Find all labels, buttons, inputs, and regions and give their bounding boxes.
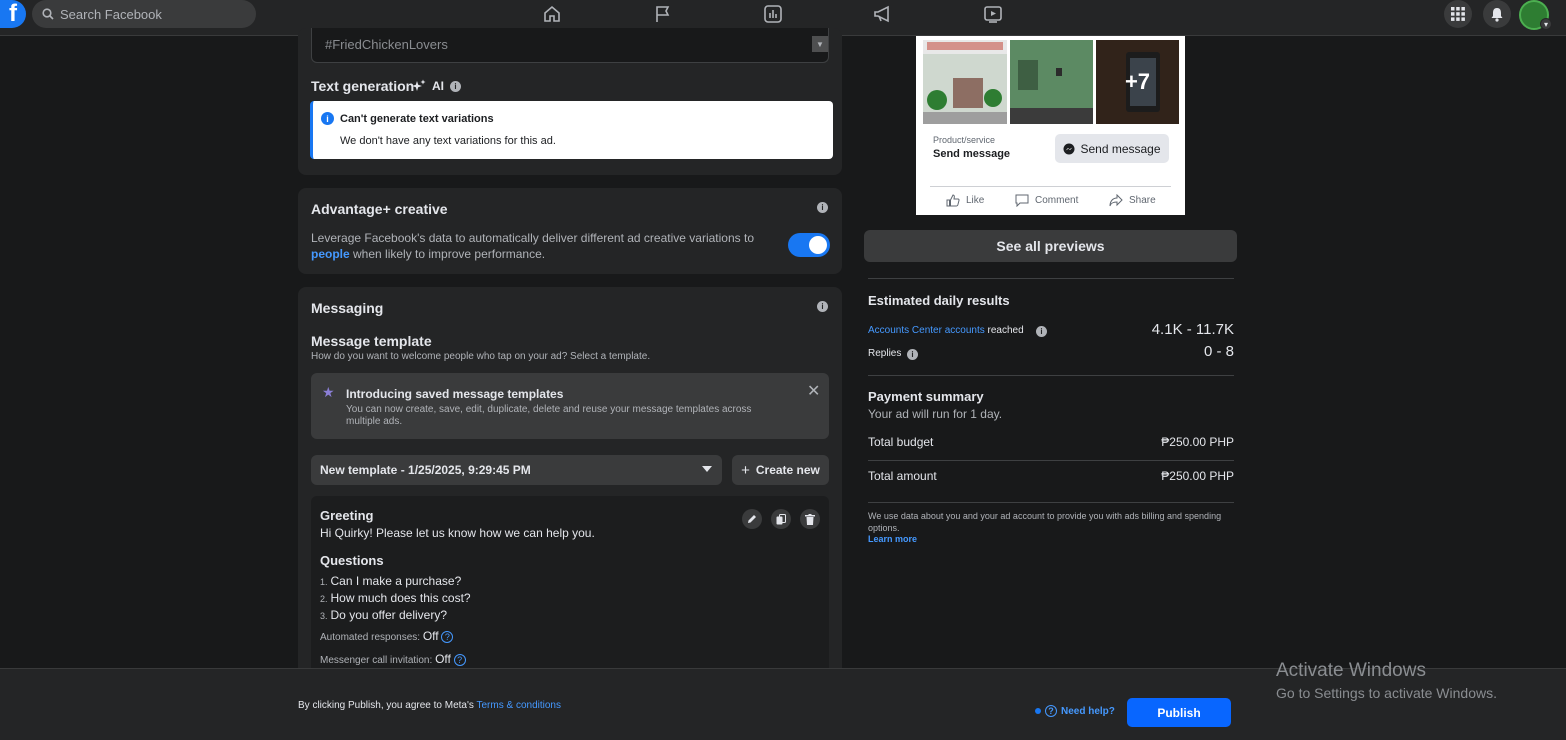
- megaphone-icon[interactable]: [872, 3, 894, 25]
- divider: [868, 375, 1234, 376]
- people-link[interactable]: people: [311, 247, 350, 261]
- replies-label: Replies: [868, 348, 902, 359]
- messenger-icon: [1063, 143, 1075, 154]
- terms-agreement: By clicking Publish, you agree to Meta's…: [298, 700, 561, 711]
- banner-title: Introducing saved message templates: [346, 387, 564, 401]
- plus-icon: +: [741, 461, 750, 479]
- automated-responses-status: Automated responses: Off ?: [320, 629, 454, 643]
- divider: [868, 278, 1234, 279]
- total-budget-value: ₱250.00 PHP: [1161, 435, 1234, 449]
- hashtag-text-field[interactable]: #FriedChickenLovers: [311, 28, 829, 63]
- message-template-title: Message template: [311, 333, 432, 349]
- star-icon: ★: [322, 384, 335, 400]
- accounts-reached-value: 4.1K - 11.7K: [1151, 321, 1234, 338]
- info-icon[interactable]: i: [907, 349, 918, 360]
- duplicate-icon[interactable]: [771, 509, 791, 529]
- info-circle-icon: i: [321, 112, 334, 125]
- share-action[interactable]: Share: [1109, 194, 1156, 207]
- windows-activation-subtitle: Go to Settings to activate Windows.: [1276, 685, 1497, 701]
- info-icon[interactable]: i: [450, 81, 461, 92]
- template-dropdown[interactable]: New template - 1/25/2025, 9:29:45 PM: [311, 455, 722, 485]
- advantage-description: Leverage Facebook's data to automaticall…: [311, 231, 754, 261]
- total-budget-label: Total budget: [868, 435, 934, 449]
- close-icon[interactable]: ✕: [807, 381, 820, 401]
- more-images-overlay[interactable]: +7: [1096, 40, 1179, 124]
- cta-category: Product/service: [933, 135, 996, 145]
- payment-subtitle: Your ad will run for 1 day.: [868, 407, 1003, 421]
- greeting-title: Greeting: [320, 508, 374, 523]
- accounts-reached-label: Accounts Center accounts reached: [868, 325, 1024, 336]
- cta-headline: Send message: [933, 148, 1011, 160]
- notice-title: Can't generate text variations: [340, 113, 494, 125]
- search-placeholder: Search Facebook: [60, 6, 162, 22]
- help-circle-icon[interactable]: ?: [453, 654, 466, 666]
- scroll-arrow-icon[interactable]: ▼: [812, 36, 828, 52]
- template-dropdown-value: New template - 1/25/2025, 9:29:45 PM: [320, 463, 531, 477]
- banner-body: You can now create, save, edit, duplicat…: [346, 404, 752, 427]
- info-icon[interactable]: i: [1036, 326, 1047, 337]
- comment-icon: [1015, 194, 1029, 207]
- estimated-results-title: Estimated daily results: [868, 293, 1010, 308]
- advantage-toggle[interactable]: [788, 233, 830, 257]
- facebook-logo-icon[interactable]: f: [0, 0, 26, 28]
- sparkle-icon: [412, 79, 426, 91]
- payment-summary-title: Payment summary: [868, 389, 984, 404]
- ai-label: AI: [432, 79, 444, 93]
- status-dot-icon: [1035, 708, 1041, 714]
- text-generation-title: Text generation: [311, 78, 415, 94]
- questions-title: Questions: [320, 553, 384, 568]
- billing-disclaimer: We use data about you and your ad accoun…: [868, 511, 1222, 533]
- menu-grid-icon[interactable]: [1444, 0, 1472, 28]
- divider: [868, 502, 1234, 503]
- divider: [868, 460, 1234, 461]
- chevron-down-icon: [702, 466, 712, 472]
- help-circle-icon: ?: [1045, 705, 1057, 717]
- info-icon[interactable]: i: [817, 202, 828, 213]
- comment-action[interactable]: Comment: [1015, 194, 1078, 207]
- play-video-icon[interactable]: [982, 3, 1004, 25]
- preview-image-room[interactable]: [1010, 40, 1093, 124]
- create-new-button[interactable]: + Create new: [732, 455, 829, 485]
- total-amount-value: ₱250.00 PHP: [1161, 469, 1234, 483]
- text-variations-notice: i Can't generate text variations We don'…: [310, 101, 833, 159]
- total-amount-label: Total amount: [868, 469, 937, 483]
- thumbs-up-icon: [946, 194, 960, 207]
- messenger-call-status: Messenger call invitation: Off ?: [320, 652, 466, 666]
- terms-link[interactable]: Terms & conditions: [477, 700, 561, 711]
- home-icon[interactable]: [541, 3, 563, 25]
- advantage-title: Advantage+ creative: [311, 201, 448, 217]
- share-icon: [1109, 194, 1123, 207]
- replies-value: 0 - 8: [1203, 343, 1234, 360]
- send-message-button[interactable]: Send message: [1055, 134, 1169, 163]
- list-item: 3. Do you offer delivery?: [320, 608, 448, 622]
- list-item: 1. Can I make a purchase?: [320, 574, 462, 588]
- need-help-link[interactable]: ? Need help?: [1035, 705, 1115, 717]
- search-icon: [42, 8, 54, 20]
- messaging-title: Messaging: [311, 300, 384, 316]
- list-item: 2. How much does this cost?: [320, 591, 471, 605]
- create-new-label: Create new: [755, 463, 820, 477]
- send-message-label: Send message: [1080, 141, 1161, 156]
- message-template-description: How do you want to welcome people who ta…: [311, 351, 651, 362]
- bell-icon[interactable]: [1483, 0, 1511, 28]
- windows-activation-title: Activate Windows: [1276, 660, 1426, 681]
- greeting-text: Hi Quirky! Please let us know how we can…: [320, 526, 595, 540]
- learn-more-link[interactable]: Learn more: [868, 533, 917, 545]
- accounts-center-link[interactable]: Accounts Center accounts: [868, 325, 985, 336]
- see-all-previews-button[interactable]: See all previews: [864, 230, 1237, 262]
- chevron-down-icon[interactable]: ▾: [1540, 18, 1552, 30]
- search-input[interactable]: Search Facebook: [32, 0, 256, 28]
- info-icon[interactable]: i: [817, 301, 828, 312]
- like-action[interactable]: Like: [946, 194, 984, 207]
- trash-icon[interactable]: [800, 509, 820, 529]
- notice-body: We don't have any text variations for th…: [340, 135, 556, 147]
- chart-icon[interactable]: [762, 3, 784, 25]
- divider: [930, 186, 1171, 187]
- publish-button[interactable]: Publish: [1127, 698, 1231, 727]
- preview-image-storefront[interactable]: [923, 40, 1007, 124]
- edit-pencil-icon[interactable]: [742, 509, 762, 529]
- help-circle-icon[interactable]: ?: [441, 631, 454, 643]
- saved-templates-banner: ★ Introducing saved message templates Yo…: [311, 373, 829, 439]
- flag-icon[interactable]: [652, 3, 674, 25]
